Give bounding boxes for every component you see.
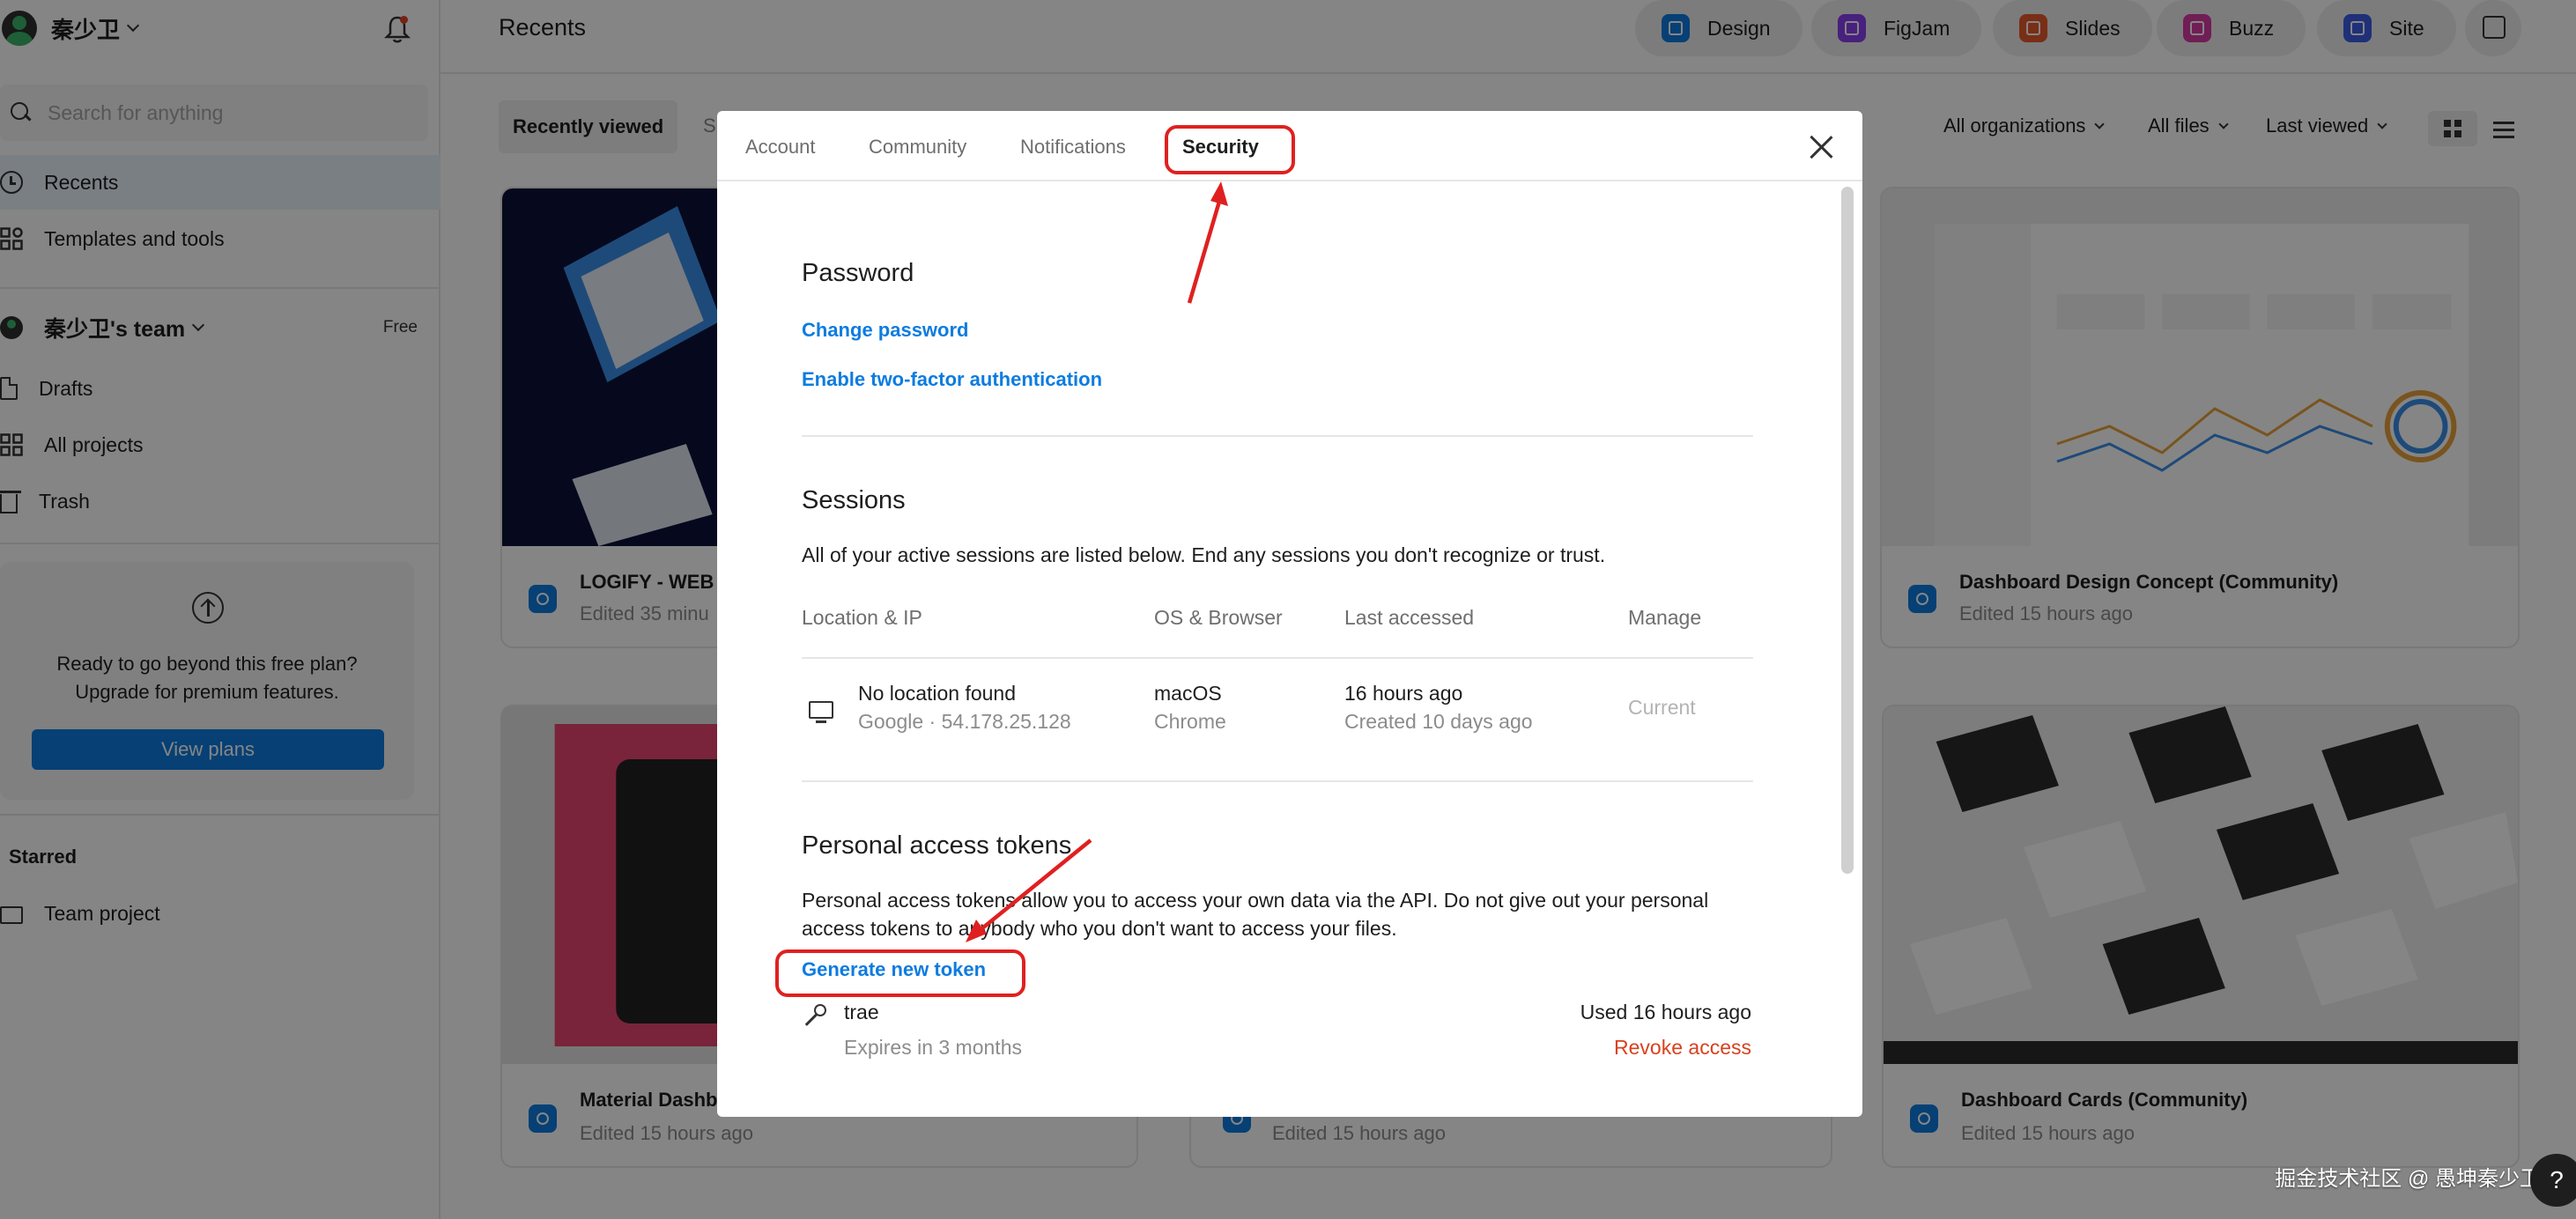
session-os: macOS (1154, 682, 1222, 705)
column-last-accessed: Last accessed (1344, 606, 1475, 629)
token-last-used: Used 16 hours ago (1580, 1001, 1751, 1023)
change-password-link[interactable]: Change password (802, 319, 968, 342)
close-icon[interactable] (1806, 132, 1836, 162)
sessions-heading: Sessions (802, 486, 906, 514)
password-heading: Password (802, 259, 914, 287)
divider (802, 780, 1753, 782)
key-icon (802, 1004, 826, 1029)
token-name: trae (844, 1001, 879, 1023)
session-last-accessed: 16 hours ago (1344, 682, 1463, 705)
monitor-icon (809, 701, 833, 723)
token-expiry: Expires in 3 months (844, 1036, 1022, 1059)
session-browser: Chrome (1154, 710, 1226, 733)
divider (802, 435, 1753, 437)
help-button[interactable]: ? (2530, 1154, 2576, 1207)
scrollbar[interactable] (1841, 187, 1854, 874)
session-created: Created 10 days ago (1344, 710, 1533, 733)
tab-community[interactable]: Community (869, 136, 966, 159)
divider (802, 657, 1753, 659)
tab-account[interactable]: Account (745, 136, 816, 159)
annotation-highlight-security-tab (1165, 125, 1295, 174)
tokens-description: Personal access tokens allow you to acce… (802, 889, 1709, 940)
session-location: No location found (858, 682, 1017, 705)
sessions-description: All of your active sessions are listed b… (802, 543, 1606, 566)
watermark: 掘金技术社区 @ 愚坤秦少卫 (2275, 1167, 2541, 1191)
two-factor-link[interactable]: Enable two-factor authentication (802, 368, 1102, 391)
column-os: OS & Browser (1154, 606, 1283, 629)
session-current-label: Current (1628, 696, 1696, 719)
annotation-highlight-generate-token (775, 949, 1025, 997)
revoke-access-link[interactable]: Revoke access (1614, 1036, 1751, 1060)
tokens-heading: Personal access tokens (802, 831, 1072, 860)
column-manage: Manage (1628, 606, 1702, 629)
column-location: Location & IP (802, 606, 922, 629)
tab-notifications[interactable]: Notifications (1020, 136, 1126, 159)
session-ip: Google · 54.178.25.128 (858, 710, 1071, 733)
